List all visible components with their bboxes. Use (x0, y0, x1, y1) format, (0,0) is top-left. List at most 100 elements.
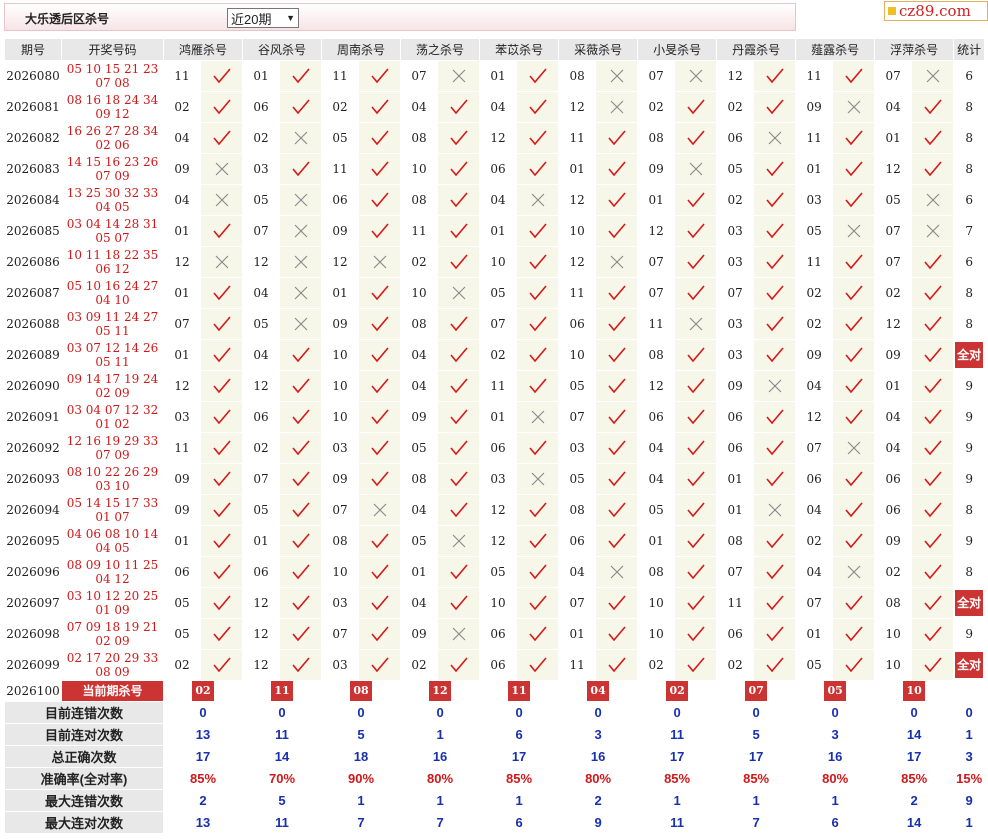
check-icon (212, 502, 231, 518)
check-icon (291, 564, 310, 580)
check-icon (528, 161, 547, 177)
table-row: 2026085 03 04 14 28 31 05 07 01 07 09 11 01 10 1… (5, 216, 984, 246)
summary-value: 1 (673, 793, 681, 808)
summary-value: 9 (594, 815, 602, 830)
kill-pick: 10 (401, 154, 438, 184)
site-logo[interactable]: cz89.com (884, 1, 988, 21)
summary-row: 最大连对次数 13 11 7 7 6 9 11 7 6 14 1 (5, 812, 984, 833)
summary-value: 17 (669, 749, 685, 764)
cross-icon (294, 255, 307, 269)
summary-value: 1 (436, 793, 444, 808)
kill-pick: 03 (243, 154, 280, 184)
col-header-draw: 开奖号码 (62, 39, 163, 60)
kill-result (596, 61, 638, 91)
kill-result (517, 61, 559, 91)
check-icon (528, 502, 547, 518)
summary-value: 5 (357, 727, 365, 742)
kill-pick: 09 (164, 495, 200, 525)
check-icon (528, 533, 547, 549)
kill-pick: 07 (322, 619, 359, 649)
kill-pick: 07 (717, 557, 754, 587)
kill-result (280, 526, 322, 556)
check-icon (765, 347, 784, 363)
col-header-expert: 薤露杀号 (796, 39, 875, 60)
current-period-row: 2026100 当前期杀号 02 11 08 12 11 04 02 07 05 10 (5, 681, 984, 701)
current-pick-cell: 02 (638, 681, 716, 701)
kill-pick: 04 (243, 278, 280, 308)
check-icon (686, 440, 705, 456)
kill-pick: 08 (401, 309, 438, 339)
kill-pick: 10 (322, 402, 359, 432)
kill-pick: 11 (559, 123, 596, 153)
kill-result (359, 526, 401, 556)
current-pick: 11 (271, 681, 294, 701)
check-icon (291, 502, 310, 518)
kill-result (517, 557, 559, 587)
kill-result (280, 433, 322, 463)
kill-result (833, 340, 875, 370)
kill-pick: 12 (243, 588, 280, 618)
logo-text: cz89.com (899, 2, 971, 20)
check-icon (291, 68, 310, 84)
summary-stat: 1 (965, 815, 973, 830)
kill-result (438, 216, 480, 246)
check-icon (528, 254, 547, 270)
table-row: 2026096 08 09 10 11 25 04 12 06 06 10 01 05 04 0… (5, 557, 984, 587)
cross-icon (452, 286, 465, 300)
period-select-value: 近20期 (231, 11, 272, 27)
check-icon (370, 130, 389, 146)
cross-icon (294, 286, 307, 300)
check-icon (449, 192, 468, 208)
kill-pick: 09 (164, 154, 200, 184)
check-icon (212, 130, 231, 146)
summary-value: 0 (515, 705, 523, 720)
check-icon (607, 316, 626, 332)
kill-pick: 09 (322, 464, 359, 494)
kill-pick: 08 (322, 526, 359, 556)
kill-pick: 01 (638, 185, 675, 215)
kill-pick: 04 (401, 371, 438, 401)
summary-label: 最大连错次数 (5, 790, 163, 811)
cross-icon (847, 565, 861, 579)
kill-result (833, 402, 875, 432)
kill-result (596, 557, 638, 587)
row-stat: 8 (965, 162, 973, 176)
kill-result (912, 464, 954, 494)
kill-result (438, 433, 480, 463)
kill-pick: 02 (243, 433, 280, 463)
check-icon (291, 347, 310, 363)
kill-result (912, 402, 954, 432)
issue-number: 2026091 (5, 402, 61, 432)
summary-value: 11 (670, 727, 684, 742)
check-icon (370, 657, 389, 673)
kill-result (438, 557, 480, 587)
table-row: 2026091 03 04 07 12 32 01 02 03 06 10 09 01 07 0… (5, 402, 984, 432)
period-select[interactable]: 近20期 ▼ (227, 8, 299, 28)
issue-number: 2026093 (5, 464, 61, 494)
kill-result (359, 371, 401, 401)
summary-value: 0 (436, 705, 444, 720)
table-row: 2026080 05 10 15 21 23 07 08 11 01 11 07 01 08 0… (5, 61, 984, 91)
kill-pick: 12 (559, 247, 596, 277)
kill-pick: 02 (164, 92, 200, 122)
summary-value: 6 (515, 727, 523, 742)
row-stat: 8 (965, 565, 973, 579)
kill-pick: 02 (401, 247, 438, 277)
kill-pick: 04 (796, 495, 833, 525)
kill-pick: 05 (480, 278, 517, 308)
check-icon (845, 595, 863, 611)
kill-pick: 11 (559, 278, 596, 308)
summary-label: 目前连对次数 (5, 724, 163, 745)
current-pick: 04 (587, 681, 610, 701)
kill-pick: 11 (164, 433, 200, 463)
kill-result (359, 402, 401, 432)
check-icon (765, 626, 784, 642)
check-icon (924, 130, 942, 146)
kill-pick: 04 (875, 433, 912, 463)
kill-result (675, 309, 717, 339)
kill-pick: 03 (164, 402, 200, 432)
kill-result (359, 650, 401, 680)
check-icon (607, 471, 626, 487)
kill-result (359, 92, 401, 122)
cross-icon (452, 69, 465, 83)
